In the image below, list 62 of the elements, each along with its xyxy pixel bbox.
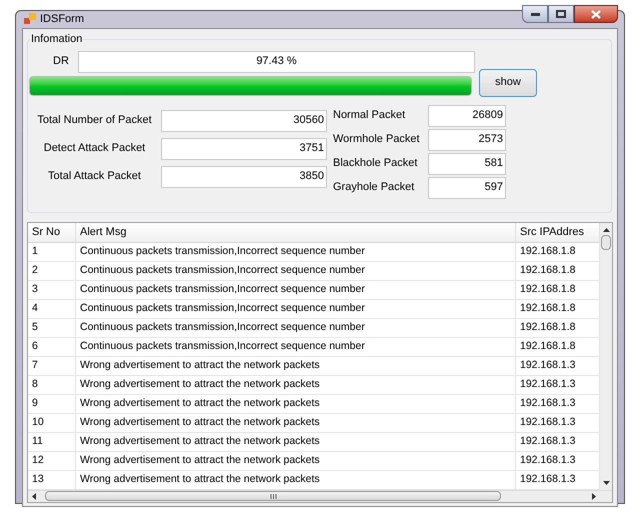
table-cell: Wrong advertisement to attract the network packets [76,376,516,394]
column-header: Alert Msg [76,222,516,242]
close-icon [591,10,601,19]
close-button[interactable] [574,5,618,24]
table-cell: Wrong advertisement to attract the network packets [76,432,516,450]
dr-field: 97.43 % [78,50,475,72]
field-label: Normal Packet [332,108,406,124]
value-field: 597 [428,176,506,198]
table-cell: 2 [28,262,76,280]
grip-icon [270,494,276,498]
table-cell: 9 [28,394,76,412]
value-field: 3751 [161,138,327,160]
table-cell: Continuous packets transmission,Incorrect sequence number [76,338,516,356]
field-label: Total Attack Packet [47,169,142,184]
table-cell: Continuous packets transmission,Incorrect sequence number [76,242,516,260]
table-cell: 11 [28,432,76,450]
maximize-icon [556,10,566,18]
table-cell: Continuous packets transmission,Incorrect sequence number [76,300,516,318]
field-label: Grayhole Packet [332,180,416,196]
table-cell: 4 [28,300,76,318]
value-field: 26809 [428,104,506,126]
scroll-thumb[interactable] [45,491,501,501]
minimize-button[interactable] [522,5,548,24]
scroll-up-icon [602,228,610,232]
table-cell: 12 [28,452,76,470]
table-cell: Wrong advertisement to attract the network packets [76,470,516,488]
field-label: Wormhole Packet [332,132,421,148]
field-label: Blackhole Packet [332,156,418,172]
table-cell: Wrong advertisement to attract the network packets [76,356,516,374]
value-field: 2573 [428,128,506,150]
horizontal-scrollbar[interactable] [28,490,612,502]
table-cell: Wrong advertisement to attract the network packets [76,452,516,470]
value-field: 3850 [161,166,327,188]
table-cell: 8 [28,376,76,394]
table-cell: 7 [28,356,76,374]
maximize-button[interactable] [548,5,574,24]
value-field: 581 [428,152,506,174]
table-cell: 1 [28,242,76,260]
table-cell: 6 [28,338,76,356]
table-cell: Wrong advertisement to attract the network packets [76,394,516,412]
table-cell: 5 [28,318,76,336]
table-cell: Continuous packets transmission,Incorrect sequence number [76,262,516,280]
field-label: Detect Attack Packet [42,141,146,156]
minimize-icon [530,12,540,16]
window-title: IDSForm [40,12,84,27]
scroll-down-icon [602,480,610,484]
table-cell: Continuous packets transmission,Incorrect sequence number [76,280,516,298]
vertical-scrollbar[interactable] [600,222,612,490]
scroll-thumb[interactable] [601,234,611,250]
field-label: Total Number of Packet [36,113,153,128]
app-icon [24,13,36,26]
show-button[interactable]: show [479,68,537,96]
column-header: Sr No [28,222,76,242]
table-cell: 3 [28,280,76,298]
scroll-right-icon [592,492,596,500]
dr-label: DR [53,54,70,70]
table-cell: Continuous packets transmission,Incorrect sequence number [76,318,516,336]
value-field: 30560 [161,110,327,132]
table-cell: 10 [28,414,76,432]
table-cell: 13 [28,470,76,488]
scroll-left-icon [32,492,36,500]
table-cell: Wrong advertisement to attract the network packets [76,414,516,432]
